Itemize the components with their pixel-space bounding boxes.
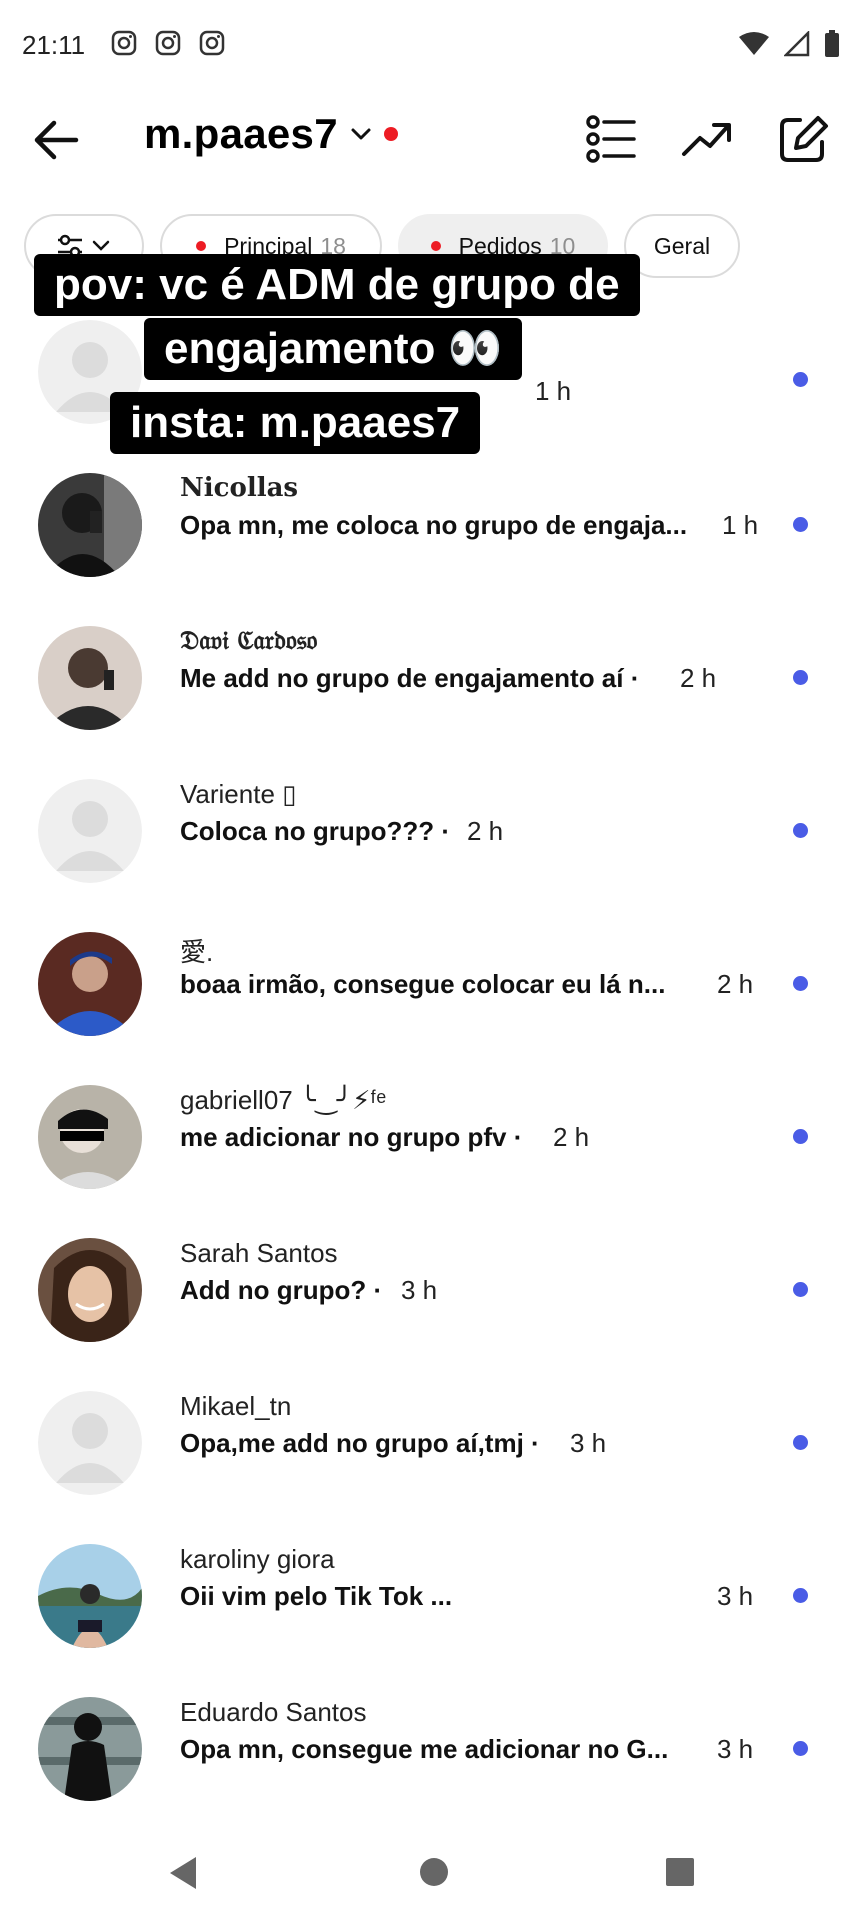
avatar — [38, 932, 142, 1036]
sender-name: 愛. — [180, 937, 214, 967]
unread-indicator — [793, 1282, 808, 1297]
default-avatar-icon — [38, 1391, 142, 1495]
message-row[interactable]: gabriell07 ╰‿╯⚡ᶠᵉ me adicionar no grupo … — [0, 1065, 864, 1205]
message-row[interactable]: Sarah Santos Add no grupo? · 3 h — [0, 1218, 864, 1358]
caption-line-3: insta: m.paaes7 — [110, 392, 481, 454]
default-avatar-icon — [38, 779, 142, 883]
message-preview: boaa irmão, consegue colocar eu lá n... — [180, 969, 666, 999]
list-icon[interactable] — [584, 112, 638, 166]
status-bar: 21:11 — [0, 0, 864, 92]
unread-indicator — [793, 372, 808, 387]
message-row[interactable]: 愛. boaa irmão, consegue colocar eu lá n.… — [0, 912, 864, 1052]
unread-dot — [196, 241, 207, 251]
account-switcher[interactable]: m.paaes7 — [144, 110, 398, 158]
message-time: 2 h — [553, 1122, 590, 1152]
system-navigation-bar — [0, 1832, 864, 1920]
avatar — [38, 1238, 142, 1342]
status-time: 21:11 — [22, 30, 86, 60]
instagram-notification-icon — [155, 30, 181, 56]
message-row[interactable]: karoliny giora Oii vim pelo Tik Tok ... … — [0, 1524, 864, 1664]
message-time: 1 h — [722, 510, 759, 540]
avatar — [38, 626, 142, 730]
tab-geral[interactable]: Geral — [624, 214, 740, 278]
avatar — [38, 1544, 142, 1648]
message-preview: Add no grupo? · — [180, 1275, 383, 1305]
wifi-icon — [739, 32, 769, 55]
sender-name: Mikael_tn — [180, 1391, 292, 1421]
message-preview: Me add no grupo de engajamento aí · — [180, 663, 640, 693]
unread-indicator — [793, 517, 808, 532]
tab-geral-label: Geral — [653, 232, 711, 259]
sender-name: 𝔇𝔞𝔳𝔦 ℭ𝔞𝔯𝔡𝔬𝔰𝔬 — [180, 626, 318, 656]
message-row[interactable]: Nicollas Opa mn, me coloca no grupo de e… — [0, 453, 864, 593]
sender-name: gabriell07 ╰‿╯⚡ᶠᵉ — [180, 1085, 387, 1115]
instagram-notification-icon — [111, 30, 137, 56]
signal-icon — [784, 31, 810, 57]
sender-name: Eduardo Santos — [180, 1697, 367, 1727]
message-row[interactable]: 𝔇𝔞𝔳𝔦 ℭ𝔞𝔯𝔡𝔬𝔰𝔬 Me add no grupo de engajame… — [0, 606, 864, 746]
sender-name: Nicollas — [180, 473, 299, 503]
sender-name: Variente ▯ — [180, 779, 297, 809]
nav-home-icon[interactable] — [418, 1856, 450, 1888]
unread-indicator — [793, 1435, 808, 1450]
message-preview: Coloca no grupo??? · — [180, 816, 451, 846]
unread-indicator — [793, 823, 808, 838]
message-time: 3 h — [717, 1734, 754, 1764]
chevron-down-icon — [351, 128, 371, 140]
message-row[interactable]: Mikael_tn Opa,me add no grupo aí,tmj · 3… — [0, 1371, 864, 1511]
sender-name: karoliny giora — [180, 1544, 335, 1574]
caption-line-1: pov: vc é ADM de grupo de — [34, 254, 640, 316]
message-time: 2 h — [717, 969, 754, 999]
avatar — [38, 1697, 142, 1801]
message-time: 1 h — [535, 376, 572, 406]
message-preview: Opa,me add no grupo aí,tmj · — [180, 1428, 540, 1458]
unread-indicator — [793, 976, 808, 991]
message-preview: Opa mn, me coloca no grupo de engaja... — [180, 510, 688, 540]
message-time: 3 h — [570, 1428, 607, 1458]
message-preview: me adicionar no grupo pfv · — [180, 1122, 523, 1152]
new-message-icon[interactable] — [776, 112, 830, 166]
back-arrow-icon[interactable] — [28, 112, 84, 168]
battery-icon — [825, 30, 839, 57]
instagram-notification-icon — [199, 30, 225, 56]
caption-line-2: engajamento 👀 — [144, 318, 523, 380]
notification-dot — [383, 127, 398, 141]
sender-name: Sarah Santos — [180, 1238, 338, 1268]
unread-indicator — [793, 1741, 808, 1756]
message-time: 2 h — [467, 816, 504, 846]
message-time: 3 h — [401, 1275, 438, 1305]
nav-recents-icon[interactable] — [664, 1856, 696, 1888]
unread-indicator — [793, 670, 808, 685]
message-preview: Opa mn, consegue me adicionar no G... — [180, 1734, 669, 1764]
unread-indicator — [793, 1588, 808, 1603]
top-bar: m.paaes7 — [0, 92, 864, 192]
trending-icon[interactable] — [680, 112, 734, 166]
unread-indicator — [793, 1129, 808, 1144]
message-row[interactable]: Eduardo Santos Opa mn, consegue me adici… — [0, 1677, 864, 1817]
message-time: 2 h — [680, 663, 717, 693]
nav-back-icon[interactable] — [166, 1854, 200, 1892]
avatar — [38, 473, 142, 577]
unread-dot — [430, 241, 441, 251]
message-preview: Oii vim pelo Tik Tok ... — [180, 1581, 453, 1611]
account-name: m.paaes7 — [144, 110, 338, 157]
avatar — [38, 1085, 142, 1189]
message-row[interactable]: Variente ▯ Coloca no grupo??? · 2 h — [0, 759, 864, 899]
message-time: 3 h — [717, 1581, 754, 1611]
